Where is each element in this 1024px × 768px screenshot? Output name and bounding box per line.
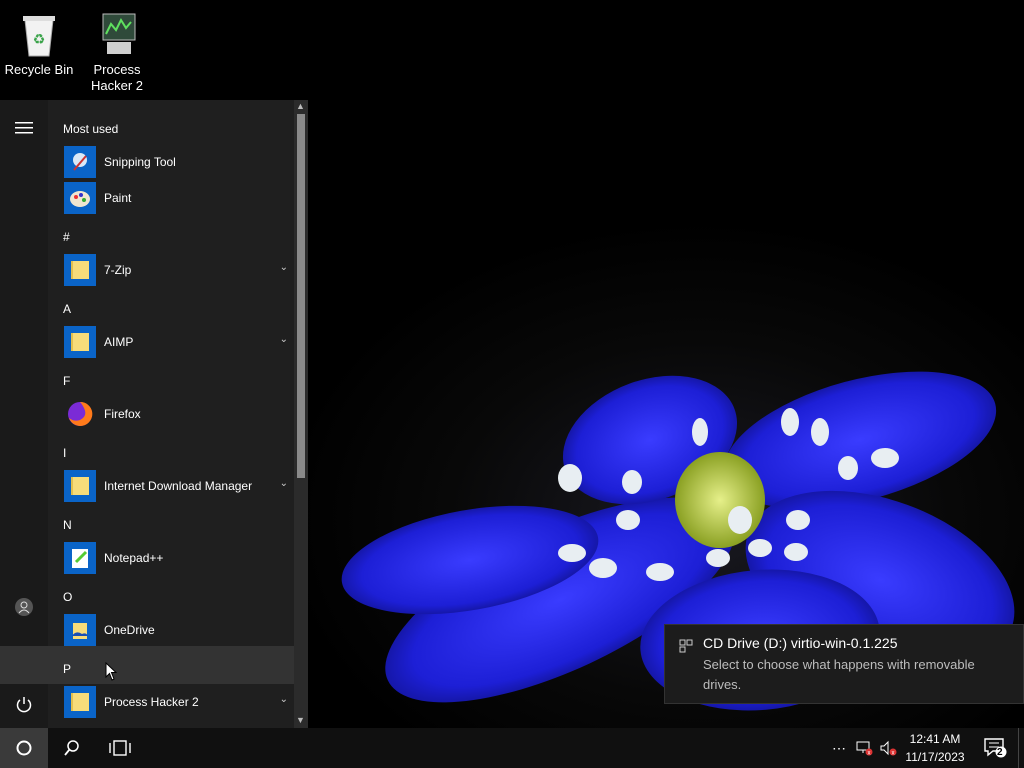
hamburger-icon[interactable] xyxy=(12,116,36,140)
desktop-icon-process-hacker[interactable]: Process Hacker 2 xyxy=(78,0,156,94)
desktop-icon-recycle-bin[interactable]: ♻ Recycle Bin xyxy=(0,0,78,78)
show-hidden-icons-button[interactable]: ⋯ xyxy=(828,728,850,768)
show-desktop-button[interactable] xyxy=(1018,728,1024,768)
start-button[interactable] xyxy=(0,728,48,768)
group-letter-a[interactable]: A xyxy=(63,302,71,316)
app-label: Notepad++ xyxy=(104,551,164,565)
app-label: AIMP xyxy=(104,335,134,349)
scroll-down-icon[interactable]: ▼ xyxy=(296,715,305,725)
app-list: Most used Snipping Tool Paint # 7-Zip ⌄ … xyxy=(48,100,294,728)
app-notepadpp[interactable]: Notepad++ xyxy=(48,540,294,576)
start-rail xyxy=(0,100,48,728)
notification-toast[interactable]: CD Drive (D:) virtio-win-0.1.225 Select … xyxy=(664,624,1024,704)
app-7zip[interactable]: 7-Zip ⌄ xyxy=(48,252,294,288)
notification-icon xyxy=(984,738,1007,758)
app-label: Process Hacker 2 xyxy=(104,695,199,709)
group-letter-n[interactable]: N xyxy=(63,518,72,532)
app-aimp[interactable]: AIMP ⌄ xyxy=(48,324,294,360)
volume-muted-icon: x xyxy=(880,740,897,757)
app-label: Internet Download Manager xyxy=(104,479,253,493)
action-center-button[interactable]: 2 xyxy=(978,728,1012,768)
toast-body: Select to choose what happens with remov… xyxy=(703,657,975,692)
start-menu: Most used Snipping Tool Paint # 7-Zip ⌄ … xyxy=(0,100,308,728)
clock[interactable]: 12:41 AM 11/17/2023 xyxy=(900,728,970,768)
svg-text:x: x xyxy=(868,751,871,757)
start-scrollbar[interactable]: ▲ ▼ xyxy=(294,100,308,728)
chevron-down-icon[interactable]: ⌄ xyxy=(280,478,288,489)
clock-time: 12:41 AM xyxy=(909,732,961,746)
notepadpp-icon xyxy=(64,542,96,574)
most-used-header: Most used xyxy=(63,122,119,136)
app-paint[interactable]: Paint xyxy=(48,180,294,216)
app-label: Paint xyxy=(104,191,132,205)
app-snipping-tool[interactable]: Snipping Tool xyxy=(48,144,294,180)
folder-icon xyxy=(64,326,96,358)
start-icon xyxy=(16,740,32,756)
group-letter-p[interactable]: P xyxy=(63,662,71,676)
desktop-icon-label: Process Hacker 2 xyxy=(90,62,144,93)
app-internet-download-manager[interactable]: Internet Download Manager ⌄ xyxy=(48,468,294,504)
desktop-icon-label: Recycle Bin xyxy=(4,62,74,77)
search-button[interactable] xyxy=(48,728,96,768)
chevron-down-icon[interactable]: ⌄ xyxy=(280,262,288,273)
svg-text:♻: ♻ xyxy=(33,31,46,47)
taskbar: ⋯ x x 12:41 AM 11/17/2023 2 xyxy=(0,728,1024,768)
paint-icon xyxy=(64,182,96,214)
autoplay-icon xyxy=(679,639,693,658)
power-icon[interactable] xyxy=(12,692,36,716)
app-process-hacker[interactable]: Process Hacker 2 ⌄ xyxy=(48,684,294,720)
scroll-thumb[interactable] xyxy=(297,114,305,478)
chevron-down-icon[interactable]: ⌄ xyxy=(280,694,288,705)
app-label: 7-Zip xyxy=(104,263,132,277)
toast-title: CD Drive (D:) virtio-win-0.1.225 xyxy=(703,635,898,651)
svg-text:x: x xyxy=(892,751,895,757)
app-label: OneDrive xyxy=(104,623,155,637)
notification-count-badge: 2 xyxy=(997,747,1003,758)
network-status[interactable]: x xyxy=(852,728,876,768)
process-hacker-icon xyxy=(93,10,141,58)
network-disconnected-icon: x xyxy=(856,741,873,757)
group-letter-i[interactable]: I xyxy=(63,446,66,460)
task-view-button[interactable] xyxy=(96,728,144,768)
folder-icon xyxy=(64,686,96,718)
hover-highlight-row xyxy=(48,646,294,684)
app-firefox[interactable]: Firefox xyxy=(48,396,294,432)
app-label: Snipping Tool xyxy=(104,155,176,169)
mouse-cursor-icon xyxy=(105,662,118,681)
app-label: Firefox xyxy=(104,407,141,421)
app-onedrive[interactable]: OneDrive xyxy=(48,612,294,648)
folder-icon xyxy=(64,470,96,502)
group-letter-f[interactable]: F xyxy=(63,374,70,388)
onedrive-icon xyxy=(64,614,96,646)
group-letter-hash[interactable]: # xyxy=(63,230,70,244)
volume-status[interactable]: x xyxy=(876,728,900,768)
group-letter-o[interactable]: O xyxy=(63,590,72,604)
clock-date: 11/17/2023 xyxy=(905,750,965,764)
snipping-tool-icon xyxy=(64,146,96,178)
folder-icon xyxy=(64,254,96,286)
recycle-bin-icon: ♻ xyxy=(15,10,63,58)
chevron-down-icon[interactable]: ⌄ xyxy=(280,334,288,345)
scroll-up-icon[interactable]: ▲ xyxy=(296,101,305,111)
search-icon xyxy=(64,740,79,756)
firefox-icon xyxy=(64,398,96,430)
task-view-icon xyxy=(109,740,131,756)
user-icon[interactable] xyxy=(12,595,36,619)
ellipsis-icon: ⋯ xyxy=(832,739,846,756)
